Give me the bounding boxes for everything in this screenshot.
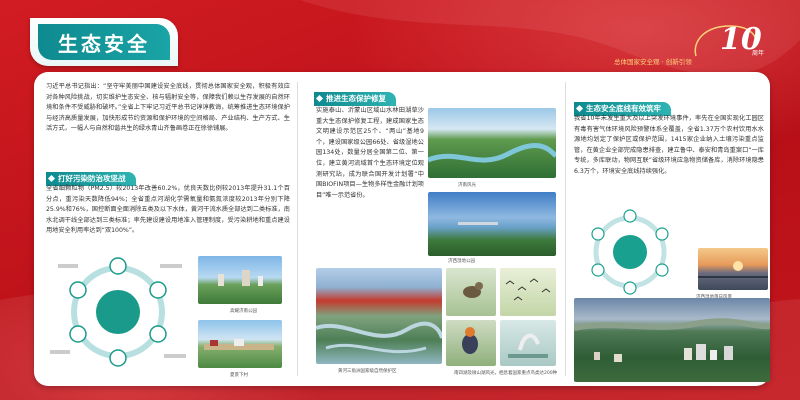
- caption-jinan: 济南风光: [458, 183, 476, 188]
- caption-nansi-lake: 南四湖及微山湖风光，栖息着国家重点鸟类达200种: [454, 371, 558, 376]
- column-pollution: 习近平总书记指出：“坚守牢美丽中国建设安全底线，贯彻总体国家安全观，积极有效应对…: [34, 72, 292, 386]
- photo-yellow-river-delta: [316, 268, 442, 364]
- content-panel: 习近平总书记指出：“坚守牢美丽中国建设安全底线，贯彻总体国家安全观，积极有效应对…: [34, 72, 770, 386]
- caption-park: 高耀济南公园: [230, 309, 257, 314]
- column-divider: [565, 82, 566, 376]
- caption-yellow-river-delta: 黄河三角洲国家级自然保护区: [338, 369, 397, 374]
- cycle-diagram: [50, 257, 186, 367]
- photo-sunset-wetland: [698, 248, 768, 290]
- caption-jixi: 济西湿地公园: [448, 259, 475, 264]
- safety-paragraph: 我省10年未发生重大及以上突发环境事件，率先在全国实现化工园区有毒有害气体环境风…: [574, 115, 764, 175]
- column-divider: [297, 82, 298, 376]
- anniversary-suffix: 周年: [752, 50, 765, 57]
- photo-village: [198, 320, 282, 368]
- photo-city-landscape: [574, 298, 770, 382]
- photo-bird-2: [446, 320, 496, 366]
- section-title-restoration-label: 推进生态保护修复: [314, 92, 396, 106]
- title-tab: 生态安全: [30, 18, 178, 66]
- pollution-paragraph: 全省细颗粒物（PM2.5）较2013年改善60.2%，优良天数比例较2013年提…: [46, 185, 290, 235]
- page-title: 生态安全: [38, 24, 170, 60]
- column-safety: 生态安全底线有效筑牢 我省10年未发生重大及以上突发环境事件，率先在全国实现化工…: [570, 72, 770, 386]
- caption-village: 夏景下村: [230, 373, 248, 378]
- slogan-text: 总体国家安全观 · 创新引领: [614, 58, 692, 66]
- photo-bird-flock: [500, 268, 556, 316]
- photo-jixi: [428, 192, 556, 256]
- photo-bird-3: [500, 320, 556, 366]
- column-restoration: 推进生态保护修复 实施泰山、沂蒙山区域山水林田湖草沙重大生态保护修复工程，建成国…: [304, 72, 560, 386]
- intro-paragraph: 习近平总书记指出：“坚守牢美丽中国建设安全底线，贯彻总体国家安全观，积极有效应对…: [46, 83, 290, 133]
- section-title-restoration: 推进生态保护修复: [314, 86, 396, 106]
- restoration-paragraph: 实施泰山、沂蒙山区域山水林田湖草沙重大生态保护修复工程，建成国家生态文明建设示范…: [316, 107, 424, 199]
- photo-jinan: [428, 108, 556, 178]
- anniversary-logo: 10 周年: [690, 22, 780, 62]
- photo-park: [198, 256, 282, 304]
- photo-bird-1: [446, 268, 496, 316]
- section-title-safety: 生态安全底线有效筑牢: [574, 96, 671, 116]
- safety-cycle-diagram: [591, 209, 669, 295]
- section-title-pollution: 打好污染防治攻坚战: [46, 166, 136, 186]
